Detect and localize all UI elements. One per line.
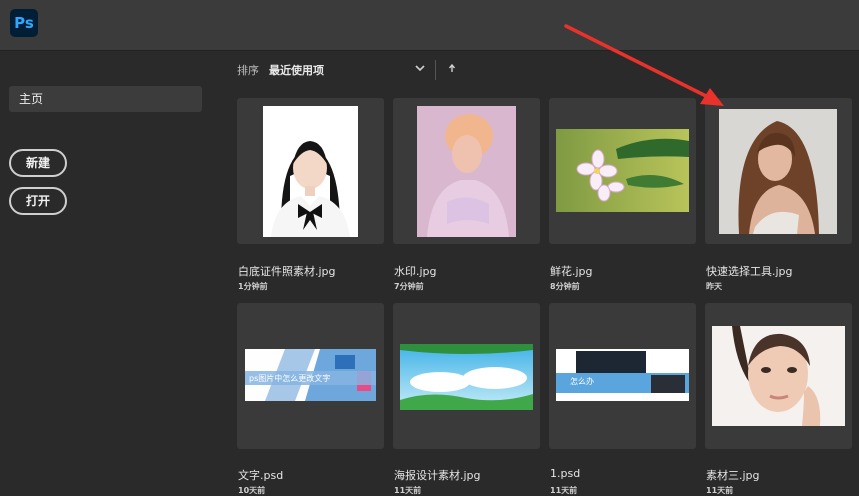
file-card[interactable]: 怎么办 [549,303,696,449]
file-card[interactable] [237,98,384,244]
id-photo-thumbnail [263,106,358,237]
psd-file-thumbnail: 怎么办 [556,349,689,401]
file-name[interactable]: 白底证件照素材.jpg [238,263,336,279]
file-name[interactable]: 素材三.jpg [706,467,760,483]
woman-portrait-thumbnail [719,109,837,234]
face-material-thumbnail [712,326,845,426]
file-card[interactable]: ps图片中怎么更改文字 [237,303,384,449]
file-time: 10天前 [238,486,266,495]
file-name[interactable]: 快速选择工具.jpg [706,263,793,279]
file-name[interactable]: 鲜花.jpg [550,263,593,279]
file-time: 7分钟前 [394,282,424,291]
file-time: 11天前 [550,486,578,495]
file-time: 1分钟前 [238,282,268,291]
watermark-photo-thumbnail [417,106,516,237]
sort-direction-icon[interactable] [447,63,457,73]
thumbnail-text: 怎么办 [570,377,594,386]
file-time: 昨天 [706,282,722,291]
file-card[interactable] [549,98,696,244]
file-name[interactable]: 文字.psd [238,467,283,483]
file-name[interactable]: 1.psd [550,467,580,480]
top-bar: Ps [0,0,859,51]
file-time: 11天前 [706,486,734,495]
file-name[interactable]: 水印.jpg [394,263,437,279]
photoshop-logo[interactable]: Ps [10,9,38,37]
sort-label: 排序 [237,64,259,77]
sidebar-item-home[interactable]: 主页 [9,86,202,112]
file-card[interactable] [393,303,540,449]
sort-divider [435,60,436,80]
thumbnail-text: ps图片中怎么更改文字 [249,374,331,383]
open-button[interactable]: 打开 [9,187,68,215]
poster-material-thumbnail [400,344,533,410]
flower-thumbnail [556,129,689,212]
file-name[interactable]: 海报设计素材.jpg [394,467,481,483]
file-card[interactable] [705,303,852,449]
new-button[interactable]: 新建 [9,149,68,177]
file-card[interactable] [705,98,852,244]
file-time: 8分钟前 [550,282,580,291]
sidebar: 主页 新建 打开 [0,51,220,496]
chevron-down-icon[interactable] [415,63,425,73]
text-psd-thumbnail: ps图片中怎么更改文字 [245,349,376,401]
file-time: 11天前 [394,486,422,495]
file-card[interactable] [393,98,540,244]
sort-dropdown[interactable]: 最近使用项 [269,62,324,78]
